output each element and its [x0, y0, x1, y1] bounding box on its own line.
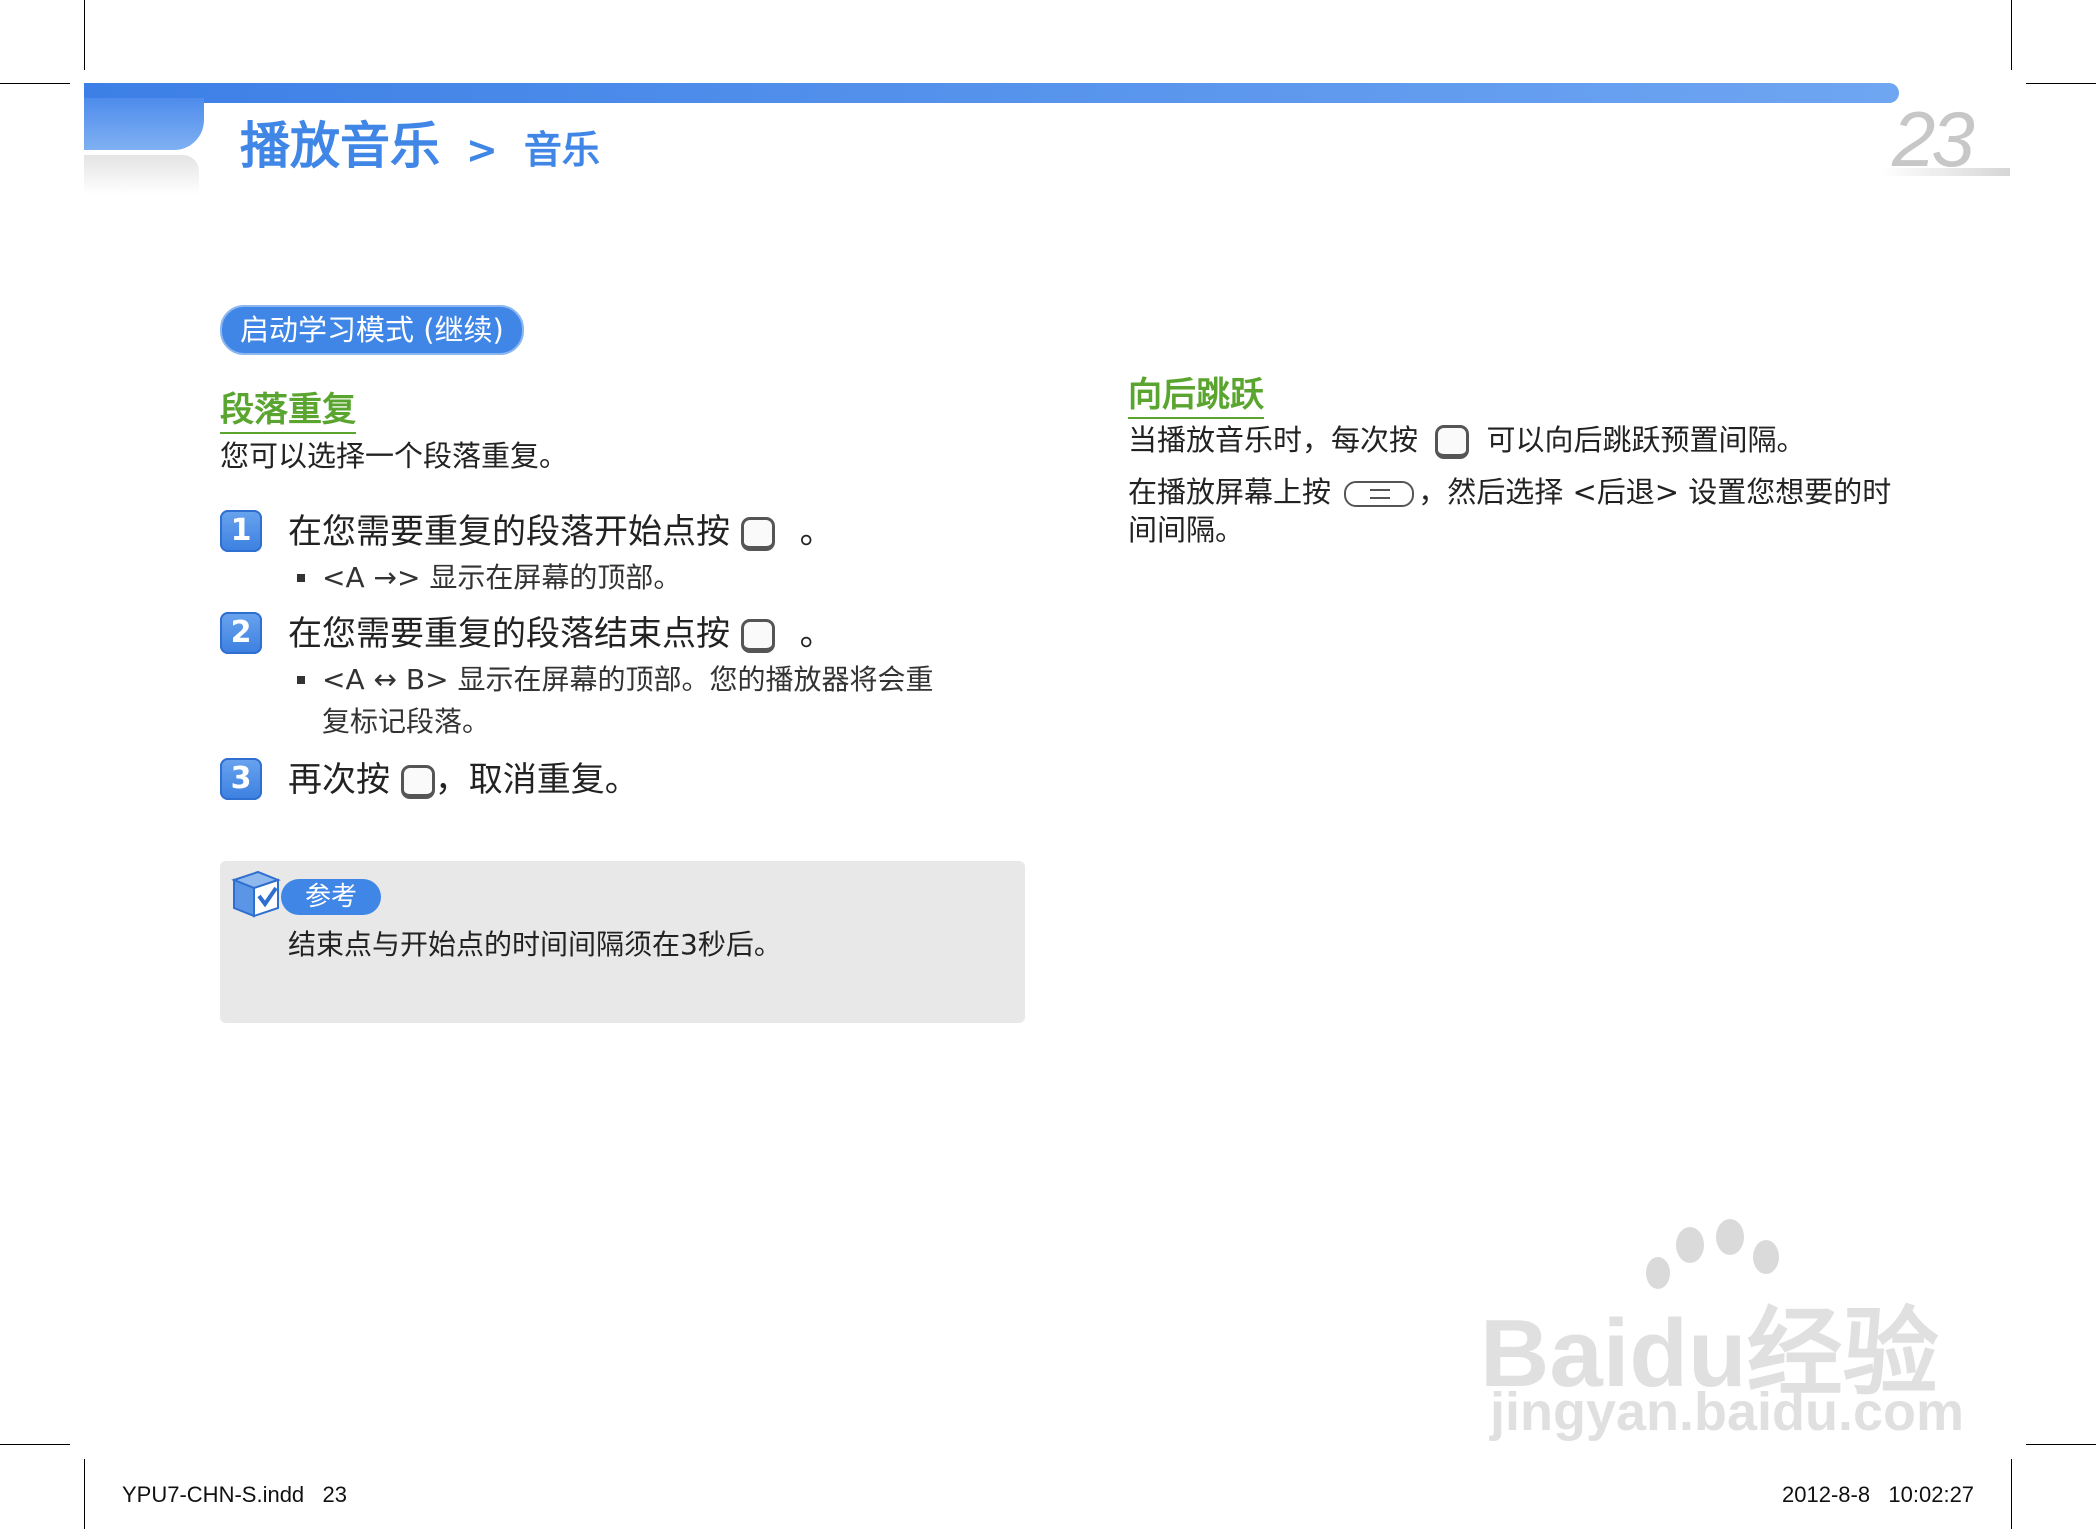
section-title: 音乐	[523, 128, 600, 172]
step-2-badge: 2	[220, 612, 262, 654]
crop-mark-top-right-h	[2026, 83, 2096, 84]
footer-timestamp: 2012-8-8 10:02:27	[1782, 1482, 1975, 1507]
header-shadow	[84, 155, 199, 195]
crop-mark-bottom-left-h	[0, 1444, 70, 1445]
step-1-bullet: <A →> 显示在屏幕的顶部。	[322, 561, 682, 594]
note-check-icon	[231, 870, 281, 918]
step-2-bullet-line1: <A ↔ B> 显示在屏幕的顶部。您的播放器将会重	[322, 663, 934, 696]
footer-file-info: YPU7-CHN-S.indd 23	[122, 1482, 347, 1507]
step-3-text-after: ，取消重复。	[434, 760, 639, 800]
header-bar	[84, 83, 1899, 103]
left-heading: 段落重复	[220, 390, 356, 434]
step-3-badge: 3	[220, 758, 262, 800]
right-line1-after: 可以向后跳跃预置间隔。	[1486, 423, 1806, 457]
step-1-text-before: 在您需要重复的段落开始点按	[288, 512, 730, 552]
step-1-text-after: 。	[799, 512, 834, 552]
button-icon	[740, 516, 775, 551]
crop-mark-bottom-right-h	[2026, 1444, 2096, 1445]
chapter-title: 播放音乐	[240, 117, 440, 175]
step-3-text: 再次按 ，取消重复。	[288, 758, 639, 802]
right-line2-before: 在播放屏幕上按	[1128, 475, 1332, 509]
right-line1: 当播放音乐时，每次按 可以向后跳跃预置间隔。	[1128, 420, 1805, 460]
step-2-bullet-mark	[297, 676, 305, 684]
crop-mark-top-left-v	[84, 0, 85, 70]
crop-mark-bottom-right-v	[2011, 1459, 2012, 1529]
right-line2-after: ，然后选择 <后退> 设置您想要的时	[1418, 475, 1892, 509]
button-icon	[740, 618, 775, 653]
crop-mark-top-left-h	[0, 83, 70, 84]
watermark-url: jingyan.baidu.com	[1490, 1382, 1965, 1442]
note-text: 结束点与开始点的时间间隔须在3秒后。	[288, 928, 782, 961]
note-label: 参考	[281, 879, 381, 915]
step-2-text-after: 。	[799, 614, 834, 654]
right-heading: 向后跳跃	[1128, 375, 1264, 419]
button-icon	[400, 764, 435, 799]
page-title: 播放音乐 > 音乐	[240, 106, 600, 175]
page-number-underline	[1880, 168, 2010, 176]
title-separator: >	[466, 128, 498, 172]
step-2-text: 在您需要重复的段落结束点按 。	[288, 612, 834, 656]
step-1-badge: 1	[220, 510, 262, 552]
header-tab	[84, 98, 204, 150]
section-pill: 启动学习模式 (继续)	[220, 305, 524, 355]
step-3-text-before: 再次按	[288, 760, 390, 800]
step-2-text-before: 在您需要重复的段落结束点按	[288, 614, 730, 654]
right-line1-before: 当播放音乐时，每次按	[1128, 423, 1419, 457]
step-1-bullet-mark	[297, 574, 305, 582]
left-intro: 您可以选择一个段落重复。	[220, 439, 569, 473]
right-line2: 在播放屏幕上按 ，然后选择 <后退> 设置您想要的时	[1128, 472, 1891, 512]
button-icon	[1435, 425, 1470, 459]
right-line3: 间间隔。	[1128, 513, 1245, 547]
step-2-bullet-line2: 复标记段落。	[322, 705, 491, 738]
step-1-text: 在您需要重复的段落开始点按 。	[288, 510, 834, 554]
crop-mark-bottom-left-v	[84, 1459, 85, 1529]
crop-mark-top-right-v	[2011, 0, 2012, 70]
menu-icon	[1344, 481, 1415, 507]
